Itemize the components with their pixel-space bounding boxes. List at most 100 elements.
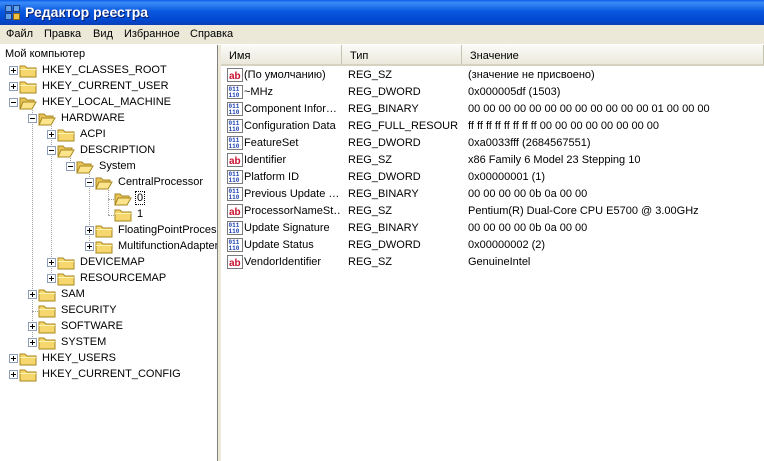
tree-node-hkey-current-user[interactable]: HKEY_CURRENT_USER (0, 79, 217, 95)
string-value-icon: ab (227, 204, 243, 218)
value-data: 00 00 00 00 00 00 00 00 00 00 00 00 01 0… (468, 103, 710, 115)
value-name: Platform ID (244, 171, 300, 183)
collapse-toggle-icon[interactable] (66, 162, 75, 171)
menu-bar: Файл Правка Вид Избранное Справка (0, 25, 764, 45)
menu-edit[interactable]: Правка (44, 28, 81, 40)
value-name: Component Infor… (244, 103, 337, 115)
tree-node-label: MultifunctionAdapter (118, 240, 218, 252)
column-header-type[interactable]: Тип (342, 45, 462, 66)
expand-toggle-icon[interactable] (85, 226, 94, 235)
expand-toggle-icon[interactable] (9, 82, 18, 91)
tree-node-hkey-local-machine[interactable]: HKEY_LOCAL_MACHINE (0, 95, 217, 111)
value-name: (По умолчанию) (244, 69, 326, 81)
expand-toggle-icon[interactable] (47, 274, 56, 283)
value-data: 0x00000001 (1) (468, 171, 546, 183)
svg-text:110: 110 (229, 126, 240, 133)
svg-text:110: 110 (229, 194, 240, 201)
svg-text:ab: ab (229, 71, 241, 82)
value-row[interactable]: 011 110 Component Infor… REG_BINARY 00 00 00… (221, 101, 764, 118)
tree-node-hkey-classes-root[interactable]: HKEY_CLASSES_ROOT (0, 63, 217, 79)
tree-node-hkey-users[interactable]: HKEY_USERS (0, 351, 217, 367)
value-row[interactable]: ab VendorIdentifier REG_SZ GenuineIntel (221, 254, 764, 271)
value-row[interactable]: 011 110 FeatureSet REG_DWORD 0xa0033fff (268… (221, 135, 764, 152)
title-bar[interactable]: Редактор реестра (0, 0, 764, 25)
value-row[interactable]: 011 110 Configuration Data REG_FULL_RESOUR…… (221, 118, 764, 135)
value-type: REG_BINARY (348, 103, 419, 115)
value-row[interactable]: 011 110 Update Signature REG_BINARY 00 00 00… (221, 220, 764, 237)
tree-node-label: SYSTEM (61, 336, 107, 348)
value-type: REG_BINARY (348, 222, 419, 234)
value-row[interactable]: 011 110 Previous Update … REG_BINARY 00 00 0… (221, 186, 764, 203)
value-type: REG_SZ (348, 256, 393, 268)
expand-toggle-icon[interactable] (28, 290, 37, 299)
svg-text:110: 110 (229, 245, 240, 252)
tree-node-hardware[interactable]: HARDWARE (0, 111, 217, 127)
column-header-name-label: Имя (229, 50, 251, 62)
value-row[interactable]: ab Identifier REG_SZ x86 Family 6 Model 23 … (221, 152, 764, 169)
expand-toggle-icon[interactable] (47, 130, 56, 139)
tree-node-label: SOFTWARE (61, 320, 123, 332)
binary-value-icon: 011 110 (227, 85, 243, 99)
menu-file[interactable]: Файл (6, 28, 33, 40)
expand-toggle-icon[interactable] (28, 322, 37, 331)
tree-node-label: DEVICEMAP (80, 256, 145, 268)
expand-toggle-icon[interactable] (28, 338, 37, 347)
expand-toggle-icon[interactable] (9, 370, 18, 379)
value-row[interactable]: 011 110 ~MHz REG_DWORD 0x000005df (1503) (221, 84, 764, 101)
tree-node-resourcemap[interactable]: RESOURCEMAP (0, 271, 217, 287)
value-row[interactable]: ab (По умолчанию) REG_SZ (значение не присв… (221, 67, 764, 84)
tree-node-description[interactable]: DESCRIPTION (0, 143, 217, 159)
window-title: Редактор реестра (25, 4, 149, 20)
registry-tree-pane[interactable]: Мой компьютер HKEY_CLASSES_ROOT HKEY_CURR… (0, 45, 218, 461)
expand-toggle-icon[interactable] (9, 66, 18, 75)
tree-node-software[interactable]: SOFTWARE (0, 319, 217, 335)
collapse-toggle-icon[interactable] (85, 178, 94, 187)
value-type: REG_SZ (348, 69, 393, 81)
collapse-toggle-icon[interactable] (28, 114, 37, 123)
tree-node-label: DESCRIPTION (80, 144, 156, 156)
binary-value-icon: 011 110 (227, 238, 243, 252)
tree-node-devicemap[interactable]: DEVICEMAP (0, 255, 217, 271)
tree-node-security[interactable]: SECURITY (0, 303, 217, 319)
tree-node-0[interactable]: 0 (0, 191, 217, 207)
collapse-toggle-icon[interactable] (9, 98, 18, 107)
collapse-toggle-icon[interactable] (47, 146, 56, 155)
tree-root-my-computer[interactable]: Мой компьютер (5, 48, 85, 60)
values-list-pane[interactable]: Имя Тип Значение ab (По умолчанию) REG_SZ(… (221, 45, 764, 461)
value-type: REG_SZ (348, 205, 393, 217)
expand-toggle-icon[interactable] (9, 354, 18, 363)
value-row[interactable]: 011 110 Platform ID REG_DWORD 0x00000001 (1) (221, 169, 764, 186)
tree-node-floatingpointprocessor[interactable]: FloatingPointProcessor (0, 223, 217, 239)
menu-favorites[interactable]: Избранное (124, 28, 180, 40)
menu-help[interactable]: Справка (190, 28, 233, 40)
tree-node-system-hive[interactable]: SYSTEM (0, 335, 217, 351)
tree-node-acpi[interactable]: ACPI (0, 127, 217, 143)
value-data: (значение не присвоено) (468, 69, 595, 81)
expand-toggle-icon[interactable] (47, 258, 56, 267)
value-type: REG_BINARY (348, 188, 419, 200)
tree-node-hkey-current-config[interactable]: HKEY_CURRENT_CONFIG (0, 367, 217, 383)
value-data: Pentium(R) Dual-Core CPU E5700 @ 3.00GHz (468, 205, 699, 217)
regedit-app-icon (5, 5, 20, 20)
tree-node-label: CentralProcessor (118, 176, 203, 188)
expand-toggle-icon[interactable] (85, 242, 94, 251)
binary-value-icon: 011 110 (227, 136, 243, 150)
string-value-icon: ab (227, 68, 243, 82)
value-data: 0x00000002 (2) (468, 239, 546, 251)
value-row[interactable]: 011 110 Update Status REG_DWORD 0x00000002 (… (221, 237, 764, 254)
tree-node-centralprocessor[interactable]: CentralProcessor (0, 175, 217, 191)
tree-node-system[interactable]: System (0, 159, 217, 175)
tree-node-label: HKEY_CLASSES_ROOT (42, 64, 167, 76)
tree-node-multifunctionadapter[interactable]: MultifunctionAdapter (0, 239, 217, 255)
value-name: VendorIdentifier (244, 256, 322, 268)
column-header-value[interactable]: Значение (462, 45, 764, 66)
svg-text:ab: ab (229, 258, 241, 269)
tree-node-label: HKEY_CURRENT_USER (42, 80, 169, 92)
menu-view[interactable]: Вид (93, 28, 113, 40)
value-data: 0xa0033fff (2684567551) (468, 137, 591, 149)
value-row[interactable]: ab ProcessorNameSt… REG_SZ Pentium(R) Dual-… (221, 203, 764, 220)
column-header-type-label: Тип (350, 50, 369, 62)
tree-node-1[interactable]: 1 (0, 207, 217, 223)
column-header-name[interactable]: Имя (221, 45, 342, 66)
tree-node-sam[interactable]: SAM (0, 287, 217, 303)
